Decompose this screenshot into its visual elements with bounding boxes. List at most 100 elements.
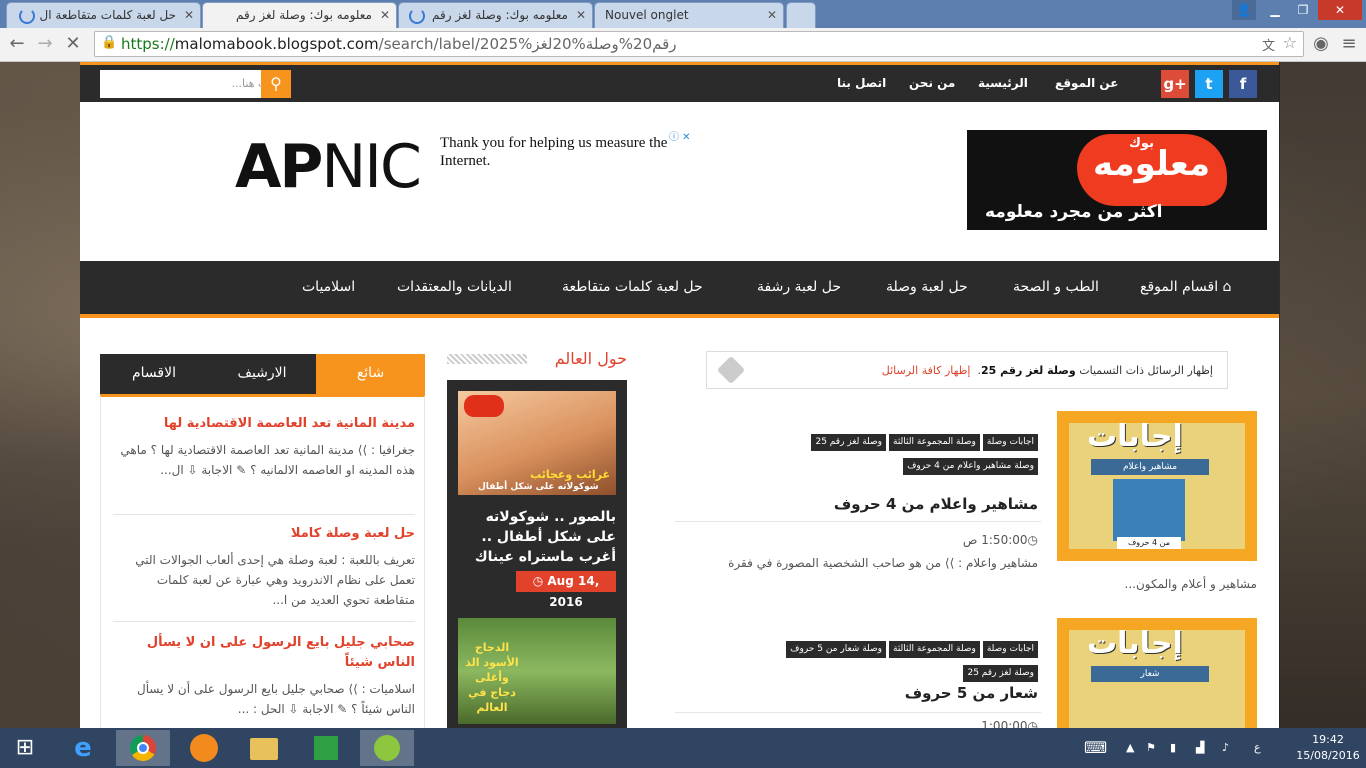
post-time: ◷1:00:00 — [981, 719, 1038, 728]
tab-strip: حل لعبة كلمات متقاطعة ال ✕ معلومه بوك: و… — [0, 0, 1366, 29]
extension-icon[interactable]: ◉ — [1310, 33, 1332, 55]
media-player-logo — [190, 734, 218, 762]
search-button[interactable]: ⚲ — [261, 70, 291, 98]
toplink-home[interactable]: الرئيسية — [978, 65, 1028, 102]
keyboard-icon[interactable]: ⌨ — [1084, 728, 1107, 768]
post-image[interactable]: إجابات مشاهير واعلام من 4 حروف — [1057, 411, 1257, 561]
volume-icon[interactable]: ♪ — [1222, 728, 1229, 768]
forward-icon[interactable]: → — [34, 33, 56, 55]
image-band: شعار — [1091, 666, 1209, 682]
facebook-icon[interactable]: f — [1229, 70, 1257, 98]
restore-icon[interactable]: ❐ — [1290, 0, 1316, 20]
network-icon[interactable]: ▟ — [1196, 728, 1204, 768]
chrome-icon[interactable] — [116, 730, 170, 766]
loading-icon — [19, 8, 35, 24]
date-text: Aug 14, 2016 — [547, 574, 600, 609]
nav-islamic[interactable]: اسلاميات — [302, 261, 355, 313]
tab-categories[interactable]: الاقسام — [100, 354, 208, 394]
tag[interactable]: وصلة المجموعة الثالثة — [889, 434, 980, 451]
tag[interactable]: وصلة شعار من 5 حروف — [786, 641, 886, 658]
middle-post-title[interactable]: بالصور .. شوكولاته على شكل أطفال .. أغرب… — [458, 507, 616, 567]
nav-rashfa[interactable]: حل لعبة رشفة — [757, 261, 841, 313]
app-icon[interactable] — [360, 730, 414, 766]
tag[interactable]: وصلة لغز رقم 25 — [811, 434, 886, 451]
post-image[interactable]: إجابات شعار — [1057, 618, 1257, 728]
close-tab-icon[interactable]: ✕ — [576, 3, 586, 27]
clock-icon: ◷ — [1027, 719, 1038, 728]
tab-title: معلومه بوك: وصلة لغز رقم — [432, 8, 568, 22]
tab-popular[interactable]: شائع — [316, 354, 425, 394]
browser-tab-4[interactable]: Nouvel onglet ✕ — [594, 2, 784, 28]
toplink-contact[interactable]: اتصل بنا — [837, 65, 886, 102]
user-icon[interactable]: 👤 — [1232, 0, 1256, 20]
browser-tab-1[interactable]: حل لعبة كلمات متقاطعة ال ✕ — [6, 2, 201, 28]
list-item[interactable]: حل لعبة وصلة كاملا تعريف باللعبة : لعبة … — [113, 524, 415, 610]
tag[interactable]: اجابات وصلة — [982, 641, 1038, 658]
browser-tab-3[interactable]: معلومه بوك: وصلة لغز رقم ✕ — [398, 2, 593, 28]
close-tab-icon[interactable]: ✕ — [184, 3, 194, 27]
post-title[interactable]: مدينة المانية تعد العاصمة الاقتصادية لها — [113, 414, 415, 434]
clock[interactable]: 19:42 15/08/2016 — [1296, 732, 1360, 764]
popular-list: مدينة المانية تعد العاصمة الاقتصادية لها… — [100, 396, 425, 728]
translate-icon[interactable]: 文 — [1262, 35, 1275, 54]
post-title[interactable]: شعار من 5 حروف — [678, 684, 1038, 702]
tag[interactable]: وصلة المجموعة الثالثة — [889, 641, 980, 658]
taskbar: ⊞ e ⌨ ▲ ⚑ ▮ ▟ ♪ ع 19:42 15/08/2016 — [0, 728, 1366, 768]
address-bar[interactable]: 🔒 https://malomabook.blogspot.com/search… — [94, 31, 1304, 57]
minimize-icon[interactable]: ▁ — [1262, 0, 1288, 20]
post-title[interactable]: صحابي جليل بايع الرسول على ان لا يسأل ال… — [113, 633, 415, 673]
ad-brand: APNIC — [235, 132, 422, 202]
file-explorer-icon[interactable] — [236, 730, 290, 766]
tag[interactable]: وصلة لغز رقم 25 — [963, 665, 1038, 682]
nav-religions[interactable]: الديانات والمعتقدات — [397, 261, 512, 313]
post-thumbnail[interactable]: غرائب وعجائب شوكولاته على شكل أطفال — [458, 391, 616, 495]
nav-crossword[interactable]: حل لعبة كلمات متقاطعة — [562, 261, 703, 313]
toplink-about[interactable]: عن الموقع — [1055, 65, 1118, 102]
adchoices-icon[interactable]: ⓘ ✕ — [669, 128, 697, 143]
middle-heading: حول العالم — [447, 348, 627, 370]
tag[interactable]: اجابات وصلة — [982, 434, 1038, 451]
close-tab-icon[interactable]: ✕ — [767, 3, 777, 27]
show-hidden-icons[interactable]: ▲ — [1126, 728, 1134, 768]
tag-icon — [716, 355, 746, 385]
media-player-icon[interactable] — [176, 730, 230, 766]
nav-sections[interactable]: ⌂ اقسام الموقع — [1140, 261, 1231, 313]
windows-start-icon[interactable]: ⊞ — [0, 730, 50, 766]
browser-toolbar: ← → ✕ 🔒 https://malomabook.blogspot.com/… — [0, 28, 1366, 62]
browser-tab-2[interactable]: معلومه بوك: وصلة لغز رقم ✕ — [202, 2, 397, 29]
ad-brand-b: NIC — [321, 132, 421, 202]
post-title[interactable]: مشاهير واعلام من 4 حروف — [678, 495, 1038, 513]
battery-icon[interactable]: ▮ — [1170, 728, 1176, 768]
flag-icon[interactable]: ⚑ — [1146, 728, 1156, 768]
advertisement[interactable]: APNIC Thank you for helping us measure t… — [235, 132, 700, 202]
list-item[interactable]: صحابي جليل بايع الرسول على ان لا يسأل ال… — [113, 633, 415, 719]
post-thumbnail[interactable]: الدجاج الأسود الذ وأغلى دجاج في العالم — [458, 618, 616, 724]
middle-heading-title: حول العالم — [554, 349, 627, 368]
tab-archive[interactable]: الارشيف — [208, 354, 316, 394]
close-tab-icon[interactable]: ✕ — [380, 3, 390, 27]
site-logo[interactable]: معلومه بوك اكثر من مجرد معلومه — [967, 130, 1267, 230]
menu-icon[interactable]: ≡ — [1338, 33, 1360, 55]
nav-wasla[interactable]: حل لعبة وصلة — [886, 261, 968, 313]
tag[interactable]: وصلة مشاهير واعلام من 4 حروف — [903, 458, 1038, 475]
toplink-who[interactable]: من نحن — [909, 65, 955, 102]
close-window-icon[interactable]: ✕ — [1318, 0, 1362, 20]
language-indicator[interactable]: ع — [1254, 728, 1261, 768]
new-tab-button[interactable] — [786, 2, 816, 28]
stop-icon[interactable]: ✕ — [62, 33, 84, 55]
store-icon[interactable] — [298, 730, 352, 766]
ad-text: Thank you for helping us measure the Int… — [440, 135, 668, 169]
back-icon[interactable]: ← — [6, 33, 28, 55]
show-all-link[interactable]: إظهار كافة الرسائل — [882, 364, 971, 377]
googleplus-icon[interactable]: g+ — [1161, 70, 1189, 98]
facebook-glyph: f — [1239, 75, 1247, 93]
url-scheme: https:// — [121, 35, 175, 53]
twitter-icon[interactable]: t — [1195, 70, 1223, 98]
middle-posts: غرائب وعجائب شوكولاته على شكل أطفال بالص… — [447, 380, 627, 728]
star-icon[interactable]: ☆ — [1283, 33, 1297, 52]
list-item[interactable]: مدينة المانية تعد العاصمة الاقتصادية لها… — [113, 414, 415, 480]
image-band: مشاهير واعلام — [1091, 459, 1209, 475]
nav-health[interactable]: الطب و الصحة — [1013, 261, 1099, 313]
post-title[interactable]: حل لعبة وصلة كاملا — [113, 524, 415, 544]
internet-explorer-icon[interactable]: e — [56, 730, 110, 766]
